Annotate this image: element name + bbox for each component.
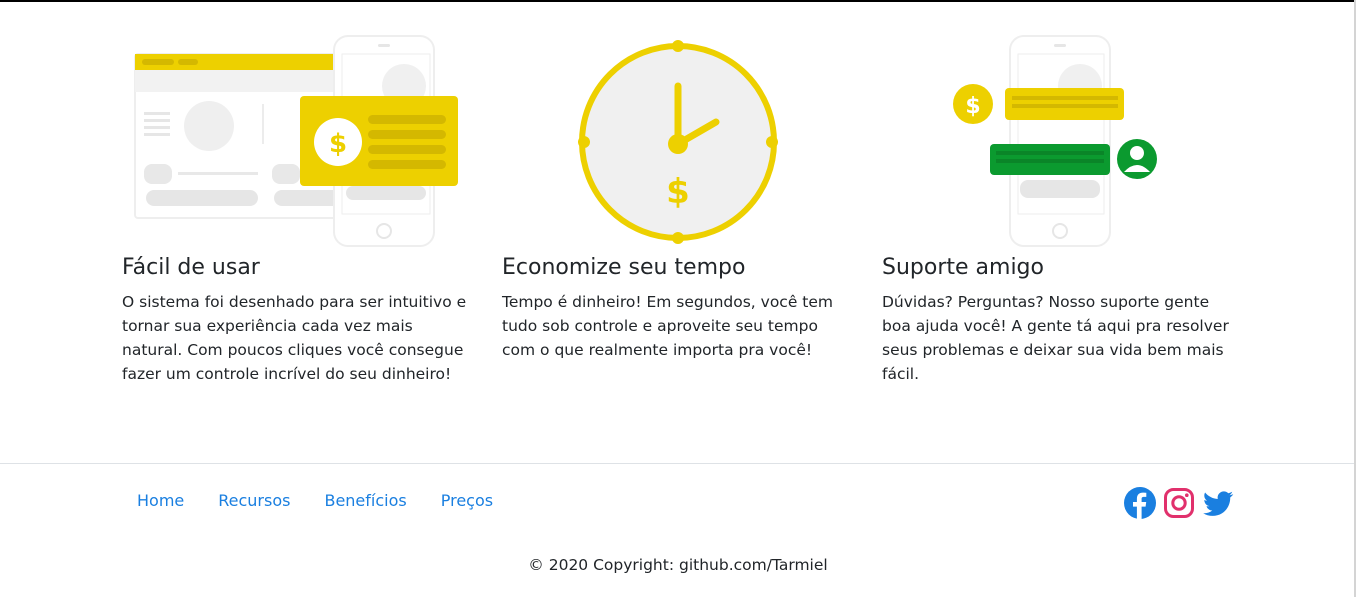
footer-link-beneficios[interactable]: Benefícios: [324, 491, 406, 510]
svg-text:$: $: [666, 172, 690, 212]
footer-link-recursos[interactable]: Recursos: [218, 491, 290, 510]
chat-support-icon: $: [953, 35, 1157, 247]
facebook-icon[interactable]: [1124, 487, 1156, 519]
feature-title: Fácil de usar: [122, 255, 260, 280]
footer: Home Recursos Benefícios Preços © 2020 C…: [0, 463, 1356, 597]
feature-description: Tempo é dinheiro! Em segundos, você tem …: [502, 293, 833, 359]
feature-description: O sistema foi desenhado para ser intuiti…: [122, 293, 467, 383]
footer-link-home[interactable]: Home: [137, 491, 184, 510]
instagram-icon[interactable]: [1163, 487, 1195, 519]
footer-nav: Home Recursos Benefícios Preços: [137, 491, 493, 510]
copyright-text: © 2020 Copyright: github.com/Tarmiel: [528, 556, 828, 574]
feature-title: Economize seu tempo: [502, 255, 746, 280]
footer-link-precos[interactable]: Preços: [441, 491, 493, 510]
twitter-icon[interactable]: [1202, 487, 1234, 519]
svg-text:$: $: [329, 129, 347, 159]
feature-description: Dúvidas? Perguntas? Nosso suporte gente …: [882, 293, 1229, 383]
feature-title: Suporte amigo: [882, 255, 1044, 280]
svg-text:$: $: [965, 94, 980, 119]
desktop-mobile-payment-icon: $: [134, 35, 458, 247]
social-links: [1124, 487, 1234, 519]
features-section: $ Fácil de usar O sistema foi desenhado …: [0, 0, 1356, 464]
clock-money-icon: $: [578, 40, 778, 244]
